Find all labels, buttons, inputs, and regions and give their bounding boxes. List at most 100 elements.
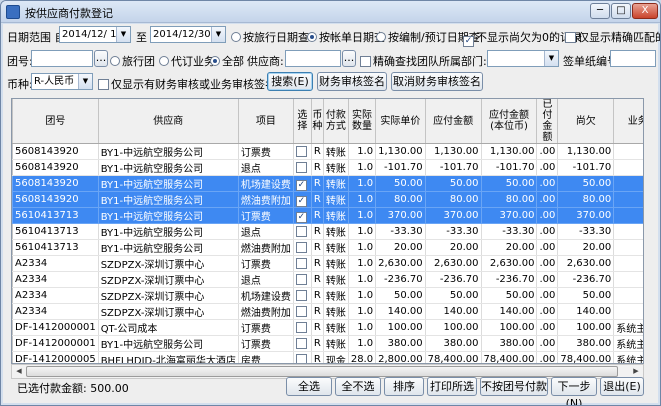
scroll-left-icon[interactable]: ◀ [13, 366, 25, 377]
close-button[interactable]: X [632, 3, 658, 19]
table-cell: 50.00 [375, 287, 426, 304]
finance-audit-button[interactable]: 财务审核签名 [317, 72, 387, 91]
table-row[interactable]: 5608143920 BY1-中远航空服务公司 订票费 R 转账 1.0 1,130.00 1… [12, 143, 643, 160]
table-row[interactable]: 5608143920 BY1-中远航空服务公司 燃油费附加 ✓ R 转账 1.0 80.00 8… [12, 191, 643, 208]
exit-button[interactable]: 退出(E) [600, 377, 644, 396]
check-icon[interactable]: ✓ [295, 195, 307, 207]
checkbox-icon[interactable] [295, 145, 307, 157]
sign-no-input[interactable] [610, 50, 656, 67]
chevron-down-icon[interactable]: ▼ [211, 27, 225, 42]
check-icon[interactable]: ✓ [295, 211, 307, 223]
group-browse-button[interactable]: ... [94, 50, 108, 67]
currency-select[interactable]: R-人民币 ▼ [31, 73, 93, 90]
select-checkbox-cell[interactable] [293, 223, 312, 240]
table-row[interactable]: 5608143920 BY1-中远航空服务公司 退点 R 转账 1.0 -101.70 -10… [12, 159, 643, 176]
supplier-input[interactable] [285, 50, 341, 67]
select-checkbox-cell[interactable]: ✓ [293, 207, 312, 224]
column-header[interactable]: 团号 [12, 99, 99, 144]
sort-button[interactable]: 排序 [384, 377, 424, 396]
chevron-down-icon[interactable]: ▼ [78, 74, 92, 89]
next-step-button[interactable]: 下一步(N) [551, 377, 597, 405]
chevron-down-icon[interactable]: ▼ [116, 27, 130, 42]
payment-grid[interactable]: 团号 供应商 项目 选择 币种 付款 方式 实际 数量 实际单价 应付金额 应付金额 (本位币) 已… [11, 98, 644, 364]
checkbox-icon[interactable] [295, 257, 307, 269]
select-checkbox-cell[interactable] [293, 303, 312, 320]
table-cell [613, 175, 643, 192]
table-row[interactable]: A2334 SZDPZX-深圳订票中心 订票费 R 转账 1.0 2,630.00 2,630… [12, 255, 643, 272]
select-checkbox-cell[interactable]: ✓ [293, 191, 312, 208]
checkbox-icon[interactable] [295, 321, 307, 333]
select-checkbox-cell[interactable]: ✓ [293, 175, 312, 192]
pay-without-group-button[interactable]: 不按团号付款 [480, 377, 548, 396]
maximize-button[interactable]: □ [611, 3, 631, 19]
checkbox-icon[interactable] [295, 289, 307, 301]
checkbox-icon[interactable] [295, 273, 307, 285]
table-row[interactable]: 5610413713 BY1-中远航空服务公司 退点 R 转账 1.0 -33.30 -33.… [12, 223, 643, 240]
minimize-button[interactable]: ─ [590, 3, 610, 19]
type-tour[interactable]: 旅行团 [110, 53, 155, 69]
search-button[interactable]: 搜索(E) [267, 72, 313, 91]
checkbox-icon[interactable] [295, 305, 307, 317]
table-row[interactable]: DF-1412000005 BHFLHDJD-北海富丽华大酒店 房费 R 现金 28.0 2… [12, 351, 643, 363]
date-mode-bill[interactable]: 按帐单日期查 [307, 29, 385, 45]
print-selected-button[interactable]: 打印所选 [427, 377, 477, 396]
scrollbar-thumb[interactable] [26, 366, 618, 377]
group-no-input[interactable] [31, 50, 93, 67]
checkbox-icon[interactable] [295, 353, 307, 363]
table-row[interactable]: 5610413713 BY1-中远航空服务公司 燃油费附加 R 转账 1.0 20.00 20… [12, 239, 643, 256]
date-to-picker[interactable]: 2014/12/30 ▼ [150, 26, 226, 43]
checkbox-icon[interactable] [295, 225, 307, 237]
select-checkbox-cell[interactable] [293, 319, 312, 336]
main-window: 按供应商付款登记 ─ □ X 日期范围 自 2014/12/ 1 ▼ 至 2014… [0, 0, 661, 406]
select-checkbox-cell[interactable] [293, 287, 312, 304]
column-header[interactable]: 应付金额 [425, 99, 482, 144]
only-exact-match-checkbox[interactable]: 仅显示精确匹配的已付款 [565, 29, 660, 45]
column-header[interactable]: 业务审核 [613, 99, 643, 144]
type-all[interactable]: 全部 [210, 53, 244, 69]
table-cell: 机场建设费 [238, 287, 294, 304]
select-checkbox-cell[interactable] [293, 159, 312, 176]
column-header[interactable]: 供应商 [98, 99, 239, 144]
cancel-finance-audit-button[interactable]: 取消财务审核签名 [391, 72, 483, 91]
table-cell: 100.00 [375, 319, 426, 336]
select-checkbox-cell[interactable] [293, 255, 312, 272]
table-row[interactable]: A2334 SZDPZX-深圳订票中心 机场建设费 R 转账 1.0 50.00 50.00 5… [12, 287, 643, 304]
dept-select[interactable]: ▼ [487, 50, 559, 67]
chevron-down-icon[interactable]: ▼ [544, 51, 558, 66]
column-header[interactable]: 项目 [238, 99, 294, 144]
column-header[interactable]: 尚欠 [557, 99, 615, 144]
table-row[interactable]: 5610413713 BY1-中远航空服务公司 订票费 ✓ R 转账 1.0 370.00 37… [12, 207, 643, 224]
column-header[interactable]: 已付金额 [536, 99, 559, 144]
select-checkbox-cell[interactable] [293, 239, 312, 256]
table-row[interactable]: A2334 SZDPZX-深圳订票中心 燃油费附加 R 转账 1.0 140.00 140.0… [12, 303, 643, 320]
table-row[interactable]: DF-1412000001 BY1-中远航空服务公司 订票费 R 转账 1.0 380.00… [12, 335, 643, 352]
table-row[interactable]: A2334 SZDPZX-深圳订票中心 退点 R 转账 1.0 -236.70 -236.70… [12, 271, 643, 288]
table-row[interactable]: DF-1412000001 QT-公司成本 订票费 R 转账 1.0 100.00 100.0… [12, 319, 643, 336]
checkbox-icon[interactable] [295, 161, 307, 173]
checkbox-icon[interactable] [295, 337, 307, 349]
checkbox-icon[interactable] [295, 241, 307, 253]
date-mode-travel[interactable]: 按旅行日期查 [231, 29, 309, 45]
table-cell: R [311, 223, 324, 240]
select-checkbox-cell[interactable] [293, 335, 312, 352]
select-all-button[interactable]: 全选 [286, 377, 332, 396]
check-icon[interactable]: ✓ [295, 179, 307, 191]
checkbox-icon [98, 79, 109, 90]
column-header[interactable]: 币种 [311, 99, 324, 144]
supplier-browse-button[interactable]: ... [342, 50, 356, 67]
select-none-button[interactable]: 全不选 [335, 377, 381, 396]
table-cell: R [311, 335, 324, 352]
select-checkbox-cell[interactable] [293, 271, 312, 288]
scroll-right-icon[interactable]: ▶ [630, 366, 642, 377]
exact-search-checkbox[interactable]: 精确查找 [360, 53, 417, 69]
select-checkbox-cell[interactable] [293, 351, 312, 363]
column-header[interactable]: 选择 [293, 99, 312, 144]
table-row[interactable]: 5608143920 BY1-中远航空服务公司 机场建设费 ✓ R 转账 1.0 50.00 5… [12, 175, 643, 192]
date-from-picker[interactable]: 2014/12/ 1 ▼ [59, 26, 131, 43]
select-checkbox-cell[interactable] [293, 143, 312, 160]
column-header[interactable]: 应付金额 (本位币) [481, 99, 538, 144]
column-header[interactable]: 实际 数量 [348, 99, 377, 144]
column-header[interactable]: 付款 方式 [323, 99, 349, 144]
type-agent[interactable]: 代订业务 [159, 53, 215, 69]
column-header[interactable]: 实际单价 [375, 99, 426, 144]
